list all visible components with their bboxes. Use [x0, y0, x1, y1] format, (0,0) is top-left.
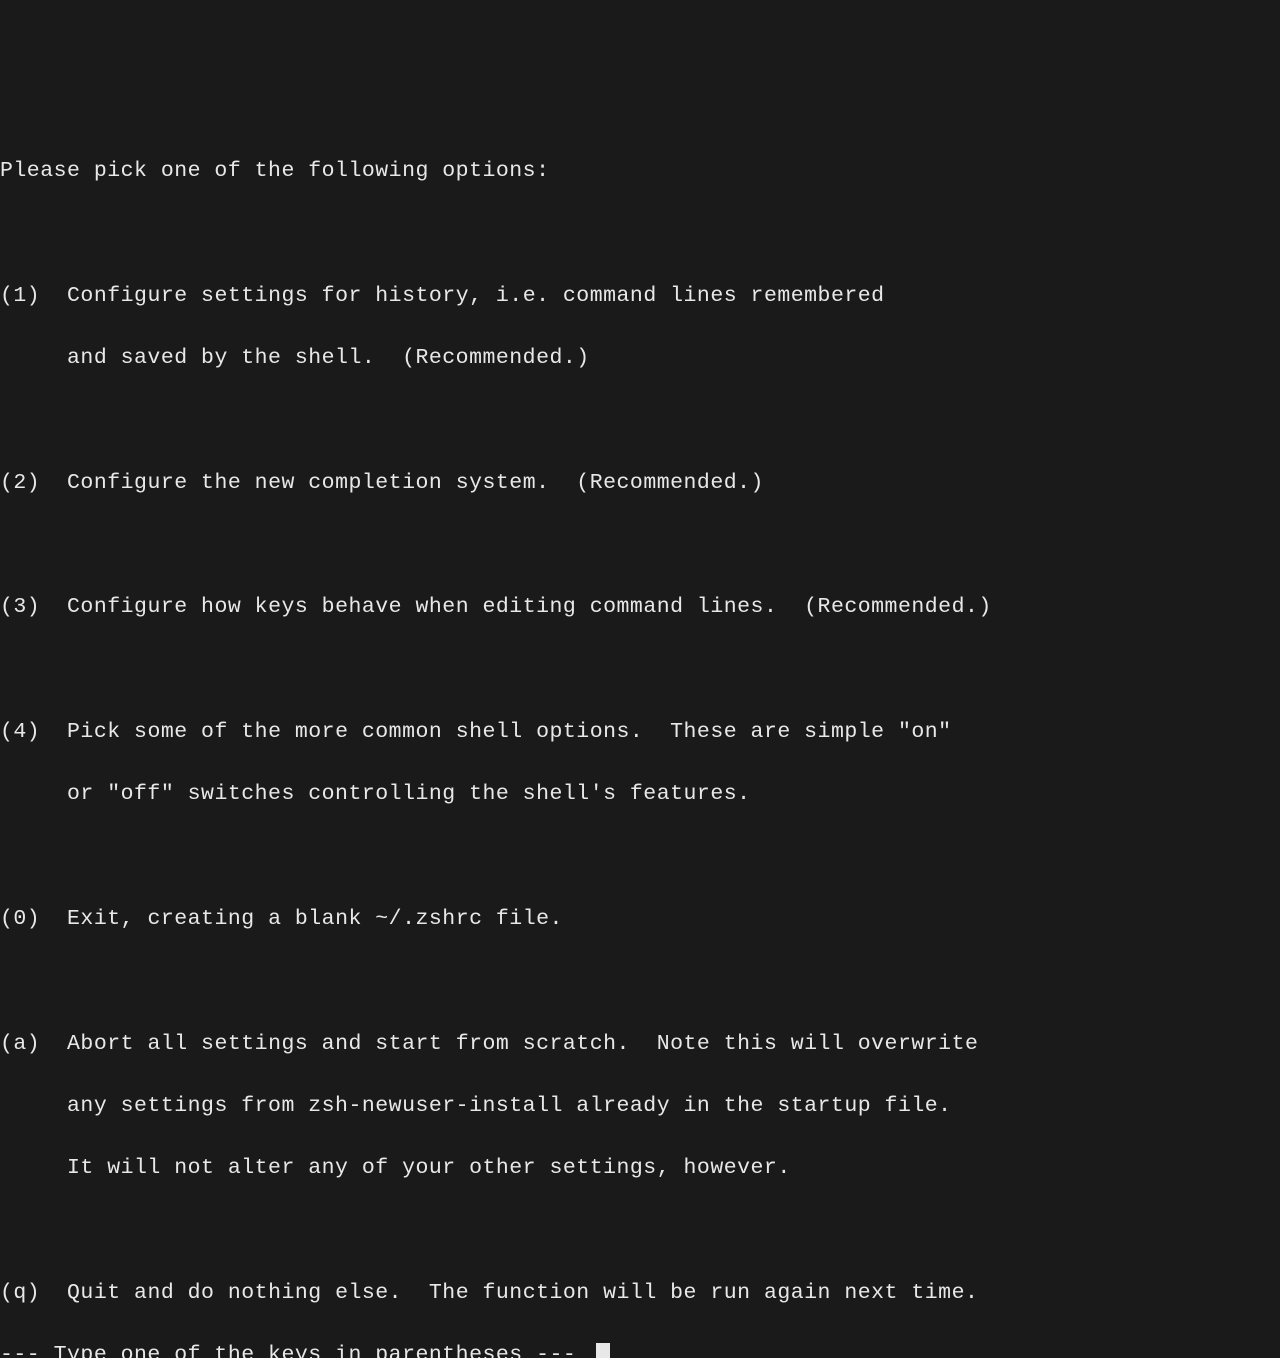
option-key-q: (q)	[0, 1281, 40, 1305]
blank-line	[0, 655, 1280, 686]
option-text: Configure settings for history, i.e. com…	[67, 284, 885, 308]
prompt-text: --- Type one of the keys in parentheses …	[0, 1340, 590, 1358]
option-text: Abort all settings and start from scratc…	[67, 1032, 978, 1056]
option-key-1: (1)	[0, 284, 40, 308]
option-text: Exit, creating a blank ~/.zshrc file.	[67, 907, 563, 931]
cursor-icon	[596, 1343, 610, 1358]
option-text: any settings from zsh-newuser-install al…	[67, 1094, 952, 1118]
menu-option-1-line1: (1) Configure settings for history, i.e.…	[0, 281, 1280, 312]
blank-line	[0, 530, 1280, 561]
blank-line	[0, 842, 1280, 873]
menu-option-1-line2: and saved by the shell. (Recommended.)	[0, 343, 1280, 374]
menu-option-a-line2: any settings from zsh-newuser-install al…	[0, 1091, 1280, 1122]
intro-line: Please pick one of the following options…	[0, 156, 1280, 187]
option-key-a: (a)	[0, 1032, 40, 1056]
option-text: and saved by the shell. (Recommended.)	[67, 346, 590, 370]
menu-option-0-line1: (0) Exit, creating a blank ~/.zshrc file…	[0, 904, 1280, 935]
blank-line	[0, 218, 1280, 249]
prompt-line[interactable]: --- Type one of the keys in parentheses …	[0, 1340, 1280, 1358]
blank-line	[0, 1216, 1280, 1247]
option-text: Configure how keys behave when editing c…	[67, 595, 992, 619]
option-text: or "off" switches controlling the shell'…	[67, 782, 751, 806]
option-text: Quit and do nothing else. The function w…	[67, 1281, 978, 1305]
option-text: Pick some of the more common shell optio…	[67, 720, 952, 744]
option-key-2: (2)	[0, 471, 40, 495]
menu-option-4-line2: or "off" switches controlling the shell'…	[0, 779, 1280, 810]
option-key-3: (3)	[0, 595, 40, 619]
menu-option-a-line3: It will not alter any of your other sett…	[0, 1153, 1280, 1184]
terminal-output[interactable]: Please pick one of the following options…	[0, 125, 1280, 1358]
option-text: It will not alter any of your other sett…	[67, 1156, 791, 1180]
blank-line	[0, 966, 1280, 997]
menu-option-3-line1: (3) Configure how keys behave when editi…	[0, 592, 1280, 623]
option-key-0: (0)	[0, 907, 40, 931]
option-key-4: (4)	[0, 720, 40, 744]
menu-option-q-line1: (q) Quit and do nothing else. The functi…	[0, 1278, 1280, 1309]
blank-line	[0, 405, 1280, 436]
option-text: Configure the new completion system. (Re…	[67, 471, 764, 495]
menu-option-2-line1: (2) Configure the new completion system.…	[0, 468, 1280, 499]
menu-option-4-line1: (4) Pick some of the more common shell o…	[0, 717, 1280, 748]
menu-option-a-line1: (a) Abort all settings and start from sc…	[0, 1029, 1280, 1060]
